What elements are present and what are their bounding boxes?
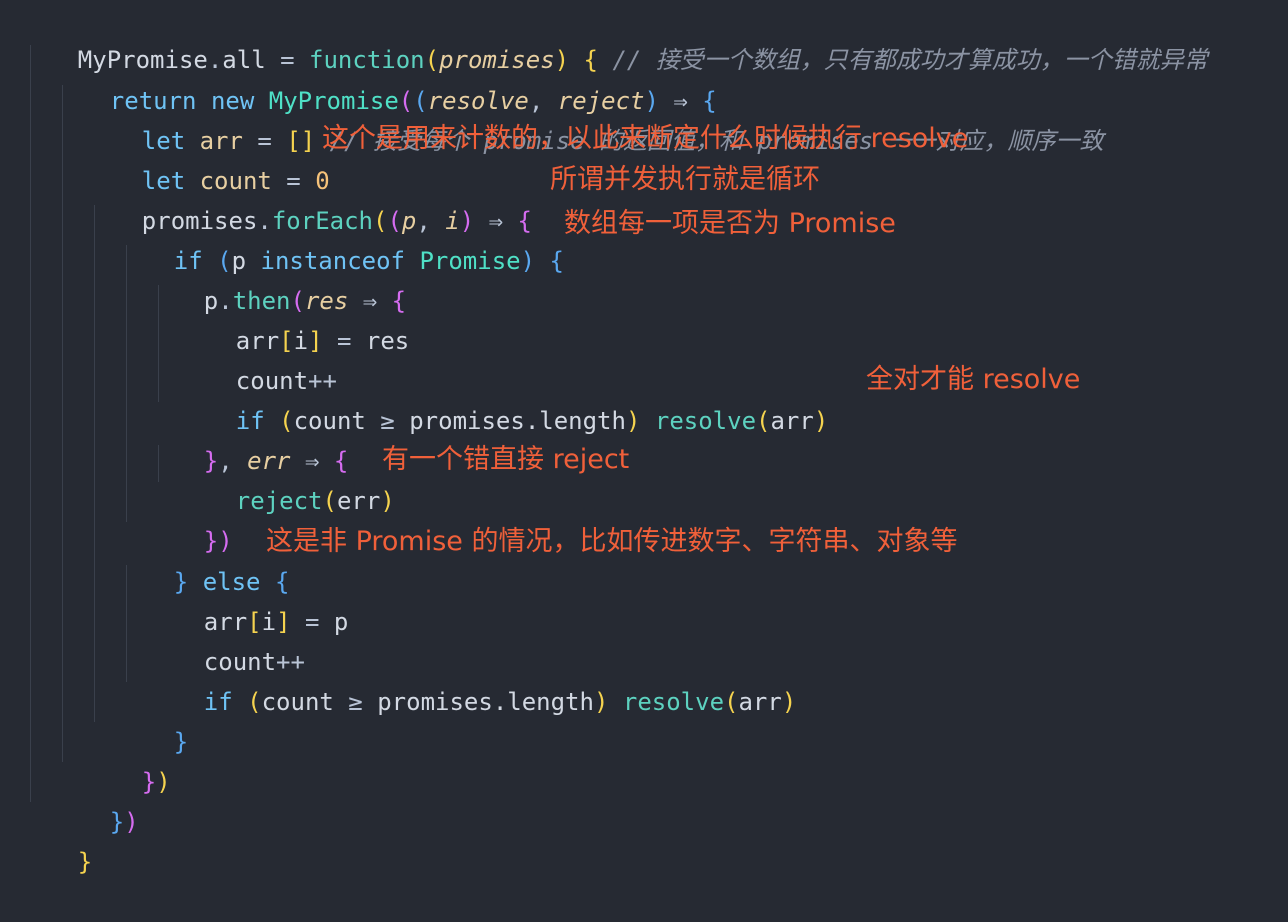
- bracket: ): [781, 688, 797, 716]
- code-line-9[interactable]: count++: [178, 321, 337, 395]
- code-line-14[interactable]: } else {: [116, 522, 290, 596]
- code-line-5[interactable]: promises.forEach((p, i) ⇒ {: [84, 161, 532, 235]
- code-line-12[interactable]: reject(err): [178, 441, 395, 515]
- variable: res: [365, 327, 410, 355]
- variable: arr: [770, 407, 814, 435]
- bracket: }: [173, 728, 189, 756]
- variable: err: [336, 487, 381, 515]
- bracket: ): [520, 247, 536, 275]
- bracket: ): [593, 688, 609, 716]
- variable: arr: [738, 688, 782, 716]
- annotation-instanceof: 数组每一项是否为 Promise: [564, 208, 896, 239]
- code-line-11[interactable]: }, err ⇒ {: [146, 401, 349, 475]
- class-name: Promise: [419, 247, 521, 275]
- indent-guide: [30, 45, 31, 802]
- indent-guide: [94, 205, 95, 722]
- code-line-7[interactable]: p.then(res ⇒ {: [146, 241, 406, 315]
- annotation-reject: 有一个错直接 reject: [382, 444, 630, 475]
- annotation-concurrency: 所谓并发执行就是循环: [550, 164, 820, 195]
- function-call: resolve: [640, 407, 757, 435]
- identifier: promises: [377, 688, 493, 716]
- code-line-20[interactable]: }): [52, 762, 139, 836]
- annotation-non-promise: 这是非 Promise 的情况，比如传进数字、字符串、对象等: [266, 526, 958, 557]
- code-line-8[interactable]: arr[i] = res: [178, 281, 409, 355]
- function-call: resolve: [608, 688, 725, 716]
- variable: p: [333, 608, 349, 636]
- bracket: (: [232, 688, 262, 716]
- operator: ≥: [333, 688, 378, 716]
- bracket: (: [322, 487, 337, 515]
- bracket: (: [724, 688, 739, 716]
- bracket: }: [141, 768, 157, 796]
- code-line-21[interactable]: }: [20, 802, 92, 876]
- bracket: ): [625, 407, 641, 435]
- keyword: if: [203, 688, 233, 716]
- operator: ≥: [365, 407, 410, 435]
- code-line-16[interactable]: count++: [146, 602, 305, 676]
- annotation-count: 这个是用来计数的，以此来断定什么时候执行 resolve: [322, 123, 969, 154]
- code-line-19[interactable]: }): [84, 722, 171, 796]
- bracket: ): [156, 768, 171, 796]
- bracket: {: [535, 247, 564, 275]
- code-line-6[interactable]: if (p instanceof Promise) {: [116, 201, 564, 275]
- bracket: ): [124, 808, 139, 836]
- code-line-10[interactable]: if (count ≥ promises.length) resolve(arr…: [178, 361, 828, 435]
- code-editor[interactable]: MyPromise.all = function(promises) { // …: [0, 0, 1288, 876]
- variable: count: [261, 688, 334, 716]
- property: .length: [492, 688, 594, 716]
- bracket: ): [380, 487, 395, 515]
- code-line-2[interactable]: return new MyPromise((resolve, reject) ⇒…: [52, 41, 717, 115]
- code-line-1[interactable]: MyPromise.all = function(promises) { // …: [20, 0, 1208, 74]
- bracket: }: [109, 808, 125, 836]
- code-line-4[interactable]: let count = 0: [84, 121, 330, 195]
- annotation-resolve: 全对才能 resolve: [866, 364, 1081, 395]
- identifier: promises: [409, 407, 525, 435]
- code-line-15[interactable]: arr[i] = p: [146, 562, 349, 636]
- bracket: }: [77, 848, 93, 876]
- code-line-13[interactable]: }): [146, 481, 233, 555]
- function-call: reject: [235, 487, 323, 515]
- code-line-3[interactable]: let arr = [] // 接受每个 promise 的返回值，和 prom…: [84, 81, 1104, 155]
- code-line-18[interactable]: }: [116, 682, 188, 756]
- property: .length: [524, 407, 626, 435]
- bracket: ): [813, 407, 829, 435]
- bracket: (: [756, 407, 771, 435]
- indent-guide: [62, 85, 63, 762]
- code-line-17[interactable]: if (count ≥ promises.length) resolve(arr…: [146, 642, 796, 716]
